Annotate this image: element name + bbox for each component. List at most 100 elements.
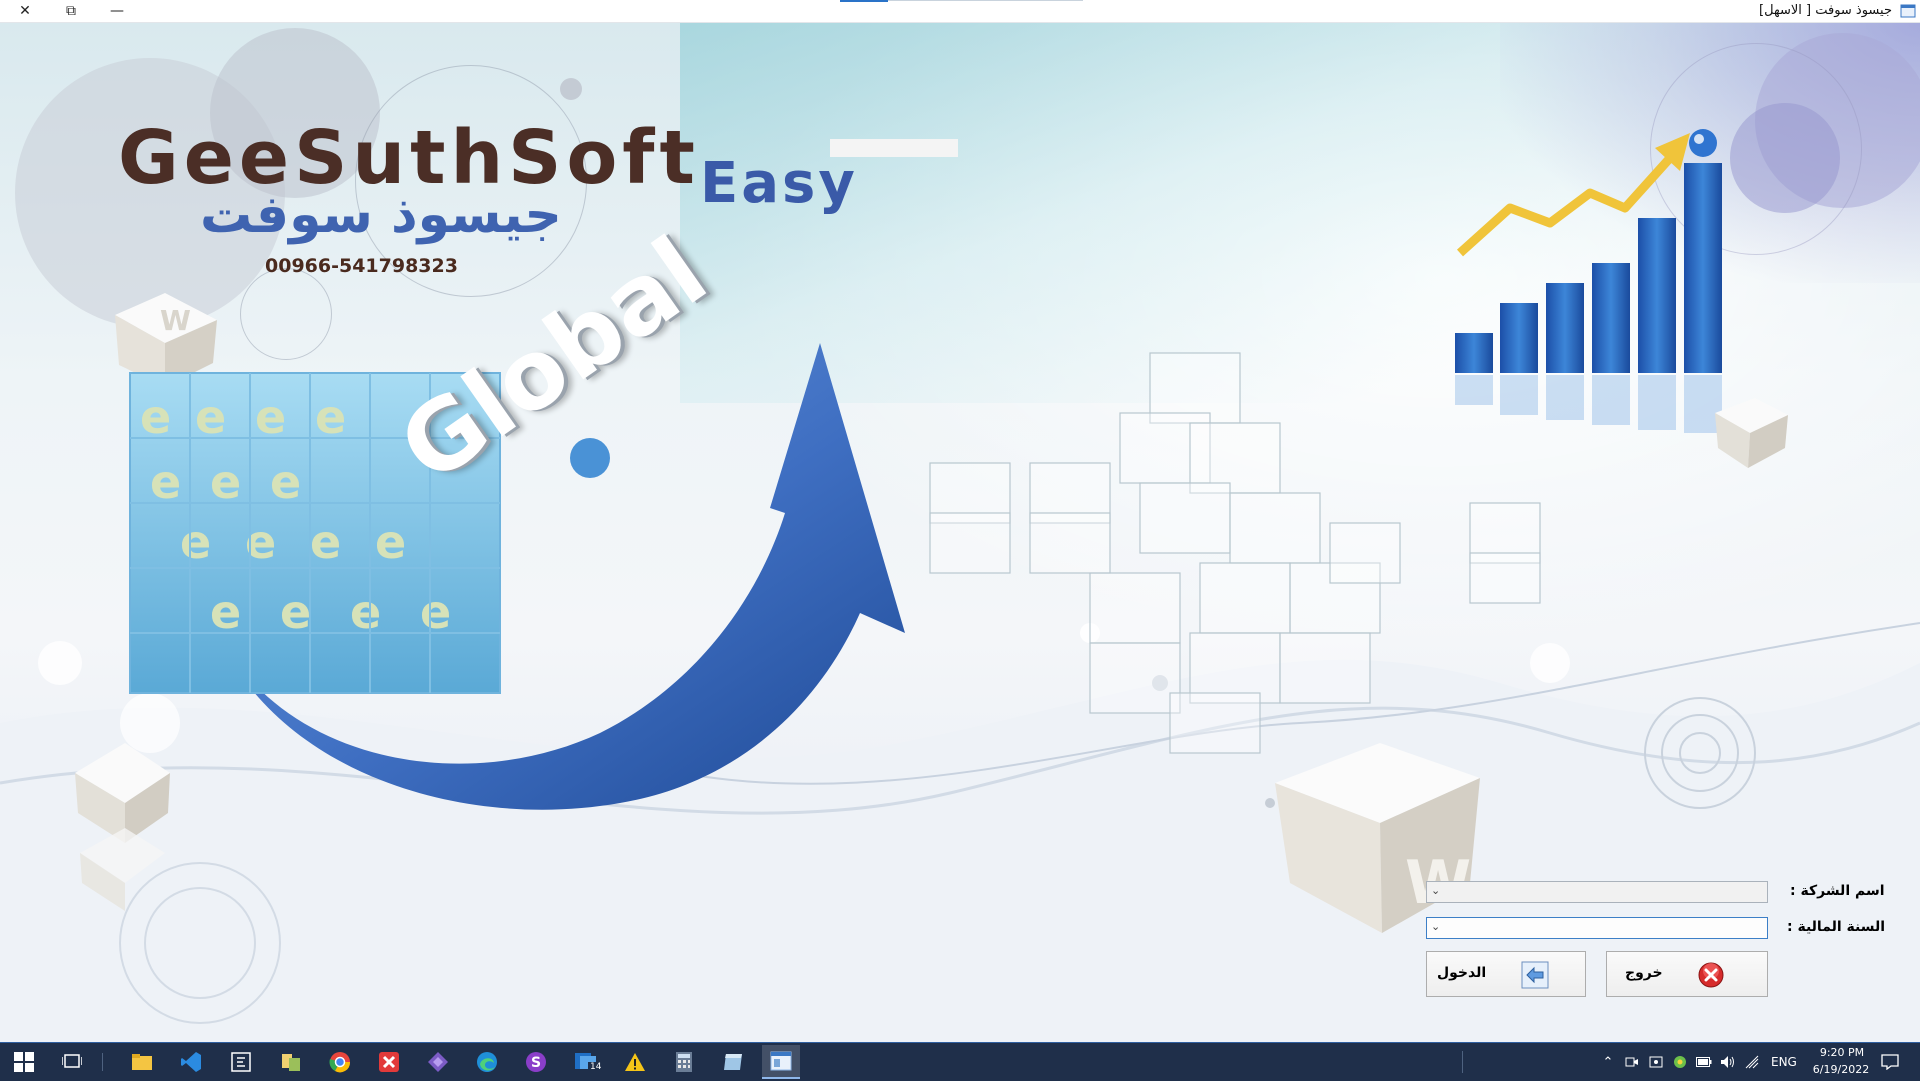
x-app-icon bbox=[379, 1052, 399, 1072]
wifi-icon bbox=[1745, 1055, 1759, 1069]
chevron-down-icon: ⌄ bbox=[1431, 920, 1441, 933]
clock-time[interactable]: 9:20 PM bbox=[1812, 1046, 1872, 1059]
file-explorer-button[interactable] bbox=[128, 1048, 156, 1076]
tray-screen-button[interactable] bbox=[1646, 1048, 1666, 1076]
volume-button[interactable] bbox=[1718, 1048, 1738, 1076]
exit-button[interactable]: خروج bbox=[1606, 951, 1768, 997]
company-label: اسم الشركة : bbox=[1790, 883, 1885, 899]
app-button[interactable] bbox=[719, 1048, 747, 1076]
warning-icon bbox=[625, 1053, 645, 1071]
clock-date[interactable]: 6/19/2022 bbox=[1806, 1063, 1876, 1076]
chrome-icon bbox=[329, 1052, 351, 1073]
tray-status-button[interactable] bbox=[1670, 1048, 1690, 1076]
app-icon bbox=[724, 1054, 742, 1070]
brand-phone: 00966-541798323 bbox=[265, 255, 458, 277]
arrow-left-icon bbox=[1521, 961, 1549, 989]
svg-text:e: e bbox=[180, 515, 211, 569]
svg-text:e: e bbox=[210, 455, 241, 509]
show-hidden-icons-button[interactable]: ⌃ bbox=[1598, 1048, 1618, 1076]
battery-icon bbox=[1696, 1057, 1712, 1067]
active-window-icon bbox=[770, 1051, 792, 1071]
battery-button[interactable] bbox=[1694, 1048, 1714, 1076]
tray-meet-button[interactable] bbox=[1622, 1048, 1642, 1076]
app-window-icon bbox=[1900, 4, 1916, 18]
login-button-label: الدخول bbox=[1437, 965, 1487, 981]
minimize-icon: — bbox=[110, 3, 124, 19]
svg-text:e: e bbox=[210, 585, 241, 639]
close-window-button[interactable]: ✕ bbox=[2, 0, 48, 22]
outlook-badge: 14 bbox=[588, 1062, 604, 1072]
active-window-button[interactable] bbox=[762, 1045, 800, 1079]
window-title: جيسوذ سوفت [ الاسهل] bbox=[1759, 3, 1892, 18]
s-app-icon: S bbox=[526, 1052, 546, 1072]
status-icon bbox=[1674, 1056, 1686, 1068]
svg-text:e: e bbox=[280, 585, 311, 639]
calculator-icon bbox=[676, 1052, 692, 1072]
fiscal-year-label: السنة المالية : bbox=[1787, 919, 1886, 935]
vscode-icon bbox=[181, 1052, 201, 1072]
brand-edition: Easy bbox=[700, 151, 858, 216]
editor-icon bbox=[231, 1052, 251, 1072]
folder-icon bbox=[132, 1054, 152, 1070]
visual-studio-icon bbox=[428, 1052, 448, 1072]
chrome-button[interactable] bbox=[326, 1048, 354, 1076]
editor-button[interactable] bbox=[227, 1048, 255, 1076]
x-app-button[interactable] bbox=[375, 1048, 403, 1076]
svg-text:e: e bbox=[195, 390, 226, 444]
svg-text:e: e bbox=[350, 585, 381, 639]
notifications-button[interactable] bbox=[1876, 1048, 1904, 1076]
deco-dot bbox=[560, 78, 582, 100]
svg-text:e: e bbox=[140, 390, 171, 444]
close-icon: ✕ bbox=[19, 3, 31, 19]
volume-icon bbox=[1721, 1056, 1734, 1068]
language-indicator[interactable]: ENG bbox=[1771, 1055, 1797, 1069]
notification-icon bbox=[1881, 1054, 1899, 1070]
taskbar-divider bbox=[102, 1053, 103, 1071]
w-cube-large-graphic: W bbox=[1275, 743, 1480, 933]
restore-window-button[interactable]: ⧉ bbox=[48, 0, 94, 22]
network-button[interactable] bbox=[1742, 1048, 1762, 1076]
company-select[interactable]: ⌄ bbox=[1426, 881, 1768, 903]
title-accent-line bbox=[840, 0, 888, 2]
start-button[interactable] bbox=[10, 1048, 38, 1076]
window-title-bar: ✕ ⧉ — جيسوذ سوفت [ الاسهل] bbox=[0, 0, 1920, 23]
windows-start-icon bbox=[14, 1052, 34, 1072]
vscode-button[interactable] bbox=[177, 1048, 205, 1076]
task-view-button[interactable] bbox=[58, 1048, 86, 1076]
restore-icon: ⧉ bbox=[66, 3, 76, 19]
edge-button[interactable] bbox=[473, 1048, 501, 1076]
calculator-button[interactable] bbox=[670, 1048, 698, 1076]
screen-capture-icon bbox=[1649, 1056, 1663, 1068]
camera-icon bbox=[1625, 1057, 1638, 1067]
svg-text:e: e bbox=[310, 515, 341, 569]
git-tool-icon bbox=[282, 1054, 300, 1071]
exit-button-label: خروج bbox=[1625, 965, 1663, 981]
taskbar-divider bbox=[1462, 1051, 1463, 1073]
small-cube-graphic bbox=[1715, 398, 1788, 468]
login-button[interactable]: الدخول bbox=[1426, 951, 1586, 997]
edge-icon bbox=[477, 1052, 497, 1072]
svg-text:S: S bbox=[531, 1055, 541, 1071]
s-app-button[interactable]: S bbox=[522, 1048, 550, 1076]
growth-chart-graphic bbox=[1455, 129, 1722, 433]
svg-text:e: e bbox=[420, 585, 451, 639]
chevron-down-icon: ⌄ bbox=[1431, 884, 1441, 897]
chevron-up-icon: ⌃ bbox=[1602, 1054, 1614, 1070]
warning-button[interactable] bbox=[621, 1048, 649, 1076]
svg-text:e: e bbox=[375, 515, 406, 569]
svg-text:e: e bbox=[270, 455, 301, 509]
brand-name-ar: جيسوذ سوفت bbox=[200, 185, 562, 245]
fiscal-year-select[interactable]: ⌄ bbox=[1426, 917, 1768, 939]
svg-text:e: e bbox=[255, 390, 286, 444]
close-circle-icon bbox=[1698, 962, 1724, 988]
outlook-button[interactable]: 14 bbox=[572, 1048, 604, 1076]
svg-text:e: e bbox=[150, 455, 181, 509]
minimize-window-button[interactable]: — bbox=[94, 0, 140, 22]
splash-background: W W eeee eee bbox=[0, 23, 1920, 1042]
windows-taskbar: S 14 ⌃ ENG 9:20 PM 6/19/2022 bbox=[0, 1042, 1920, 1081]
git-tool-button[interactable] bbox=[277, 1048, 305, 1076]
task-view-icon bbox=[62, 1054, 82, 1068]
svg-text:e: e bbox=[315, 390, 346, 444]
title-divider-line bbox=[888, 0, 1083, 1]
visual-studio-button[interactable] bbox=[424, 1048, 452, 1076]
